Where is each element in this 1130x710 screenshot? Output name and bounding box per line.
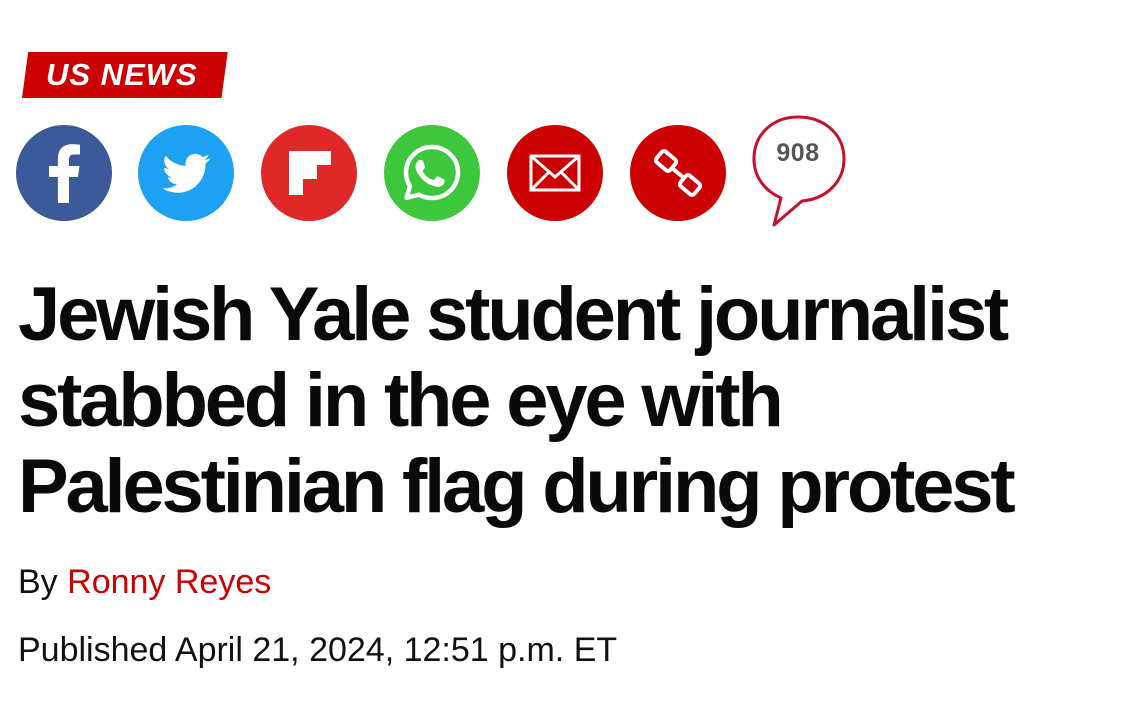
section-tag-us-news[interactable]: US NEWS xyxy=(22,52,228,98)
envelope-icon xyxy=(529,154,581,192)
share-bar: 908 xyxy=(16,115,876,227)
headline-line: Palestinian flag during protest xyxy=(18,444,1016,529)
copy-link-button[interactable] xyxy=(630,125,726,221)
flipboard-share-button[interactable] xyxy=(261,125,357,221)
flipboard-icon xyxy=(289,151,331,195)
headline-line: stabbed in the eye with xyxy=(18,358,784,443)
twitter-share-button[interactable] xyxy=(138,125,234,221)
published-date: Published April 21, 2024, 12:51 p.m. ET xyxy=(18,631,618,669)
speech-bubble-icon xyxy=(752,115,846,227)
article-headline: Jewish Yale student journalist stabbed i… xyxy=(18,272,1118,530)
article-header: US NEWS 908 Jewish Yale student journali… xyxy=(0,0,1130,710)
comments-count: 908 xyxy=(776,139,820,167)
whatsapp-share-button[interactable] xyxy=(384,125,480,221)
author-link[interactable]: Ronny Reyes xyxy=(67,563,271,601)
byline: By Ronny Reyes xyxy=(18,560,271,604)
comments-button[interactable]: 908 xyxy=(748,115,852,227)
facebook-icon xyxy=(49,144,80,203)
twitter-bird-icon xyxy=(162,153,211,193)
whatsapp-icon xyxy=(403,144,461,201)
email-share-button[interactable] xyxy=(507,125,603,221)
byline-prefix: By xyxy=(18,563,58,601)
link-icon xyxy=(653,149,703,197)
headline-line: Jewish Yale student journalist xyxy=(18,272,1009,357)
facebook-share-button[interactable] xyxy=(16,125,112,221)
